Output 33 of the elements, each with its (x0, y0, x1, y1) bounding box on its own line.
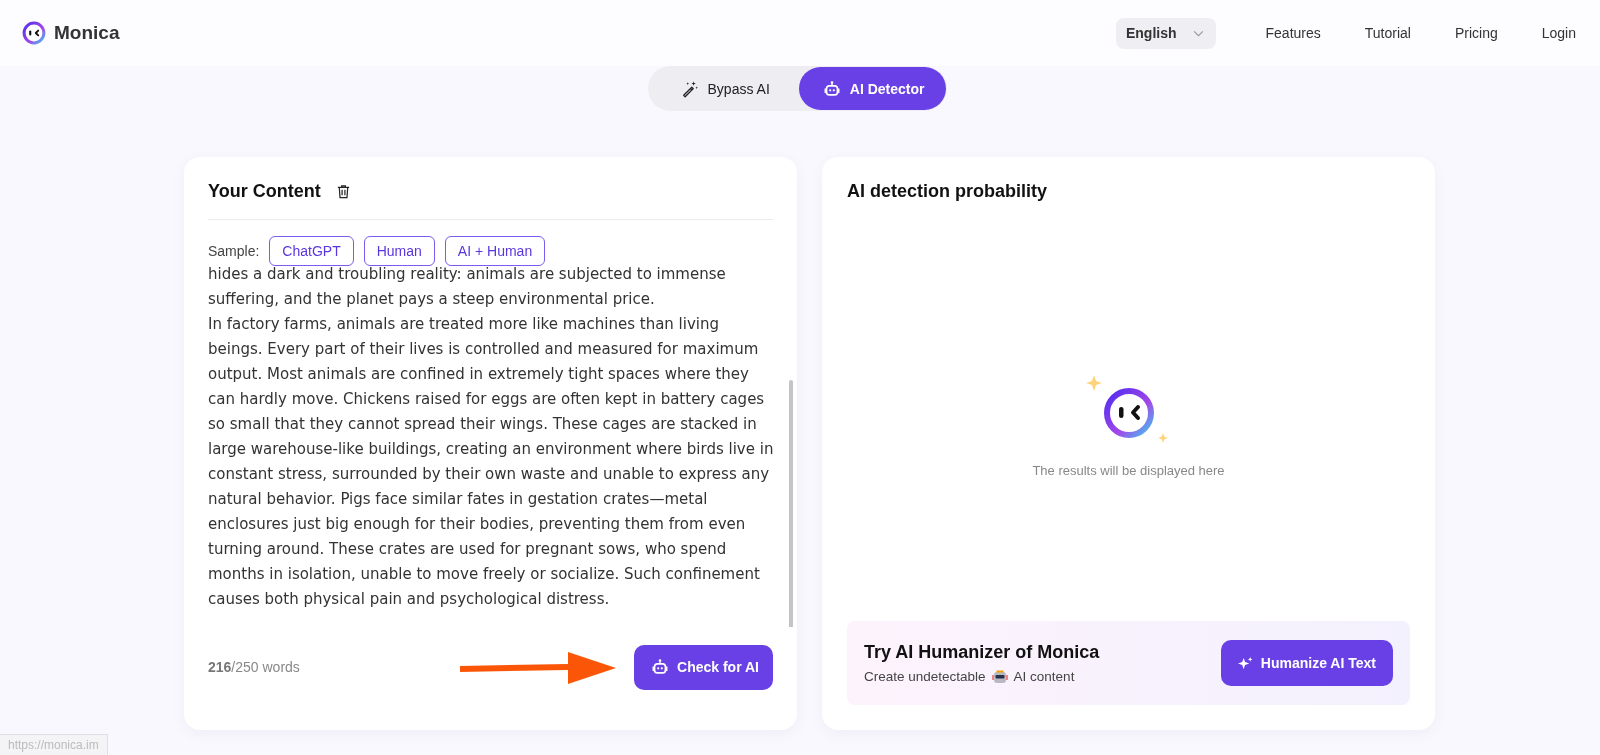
promo-title: Try AI Humanizer of Monica (864, 641, 1100, 663)
humanize-button[interactable]: Humanize AI Text (1220, 640, 1393, 686)
promo-text: AI content (1013, 669, 1075, 684)
sparkle-icon (1237, 655, 1253, 671)
magic-wand-icon (680, 79, 699, 98)
status-url: https://monica.im (0, 734, 108, 755)
content-paragraph: In factory farms, animals are treated more like machines than living beings. Every part of their lives is controlled and measured for maximum output. Most animals are confined in extremely tight spaces where they can hardly move. Chickens raised for eggs are often kept in battery cages so small that they cannot spread their wings. These cages are stacked in large warehouse-like buildings, creating an environment where birds live in constant stress, surrounded by their own waste and unable to express any natural behavior. Pigs face similar fates in gestation crates—metal enclosures just big enough for their bodies, preventing them from even turning around. These crates are used for pregnant sows, who spend months in isolation, unable to move freely or socialize. Such confinement causes both physical pain and psychological distress. (208, 314, 774, 610)
nav-link[interactable]: Login (1519, 25, 1576, 41)
chevron-down-icon (1192, 29, 1204, 37)
language-dropdown[interactable]: English (1115, 17, 1216, 49)
robot-icon (822, 79, 841, 98)
mode-tab[interactable]: AI Detector (798, 67, 947, 110)
panel-title: AI detection probability (847, 181, 1048, 202)
nav-link[interactable]: Tutorial (1342, 25, 1433, 41)
brand-name[interactable]: Monica (54, 22, 120, 44)
trash-icon (335, 184, 351, 199)
sample-chip[interactable]: AI + Human (444, 236, 546, 266)
word-count: 216/250 words (208, 659, 300, 675)
scrollbar-thumb[interactable] (789, 380, 793, 627)
nav-link[interactable]: Pricing (1432, 25, 1520, 41)
promo-text: Create undetectable (864, 669, 986, 684)
robot-icon (991, 668, 1008, 685)
empty-state-text: The results will be displayed here (1032, 463, 1225, 478)
mode-tab[interactable]: Bypass AI (648, 67, 799, 110)
sample-chip[interactable]: Human (363, 236, 435, 266)
sample-label: Sample: (208, 243, 260, 259)
content-paragraph: hides a dark and troubling reality: animals are subjected to immense suffering, and the planet pays a steep environmental price. (208, 266, 727, 310)
logo-icon (22, 21, 46, 45)
sample-chip[interactable]: ChatGPT (269, 236, 354, 266)
robot-icon (651, 658, 670, 676)
panel-title: Your Content (208, 181, 321, 202)
nav-link[interactable]: Features (1243, 25, 1343, 41)
check-for-ai-button[interactable]: Check for AI (634, 644, 773, 690)
